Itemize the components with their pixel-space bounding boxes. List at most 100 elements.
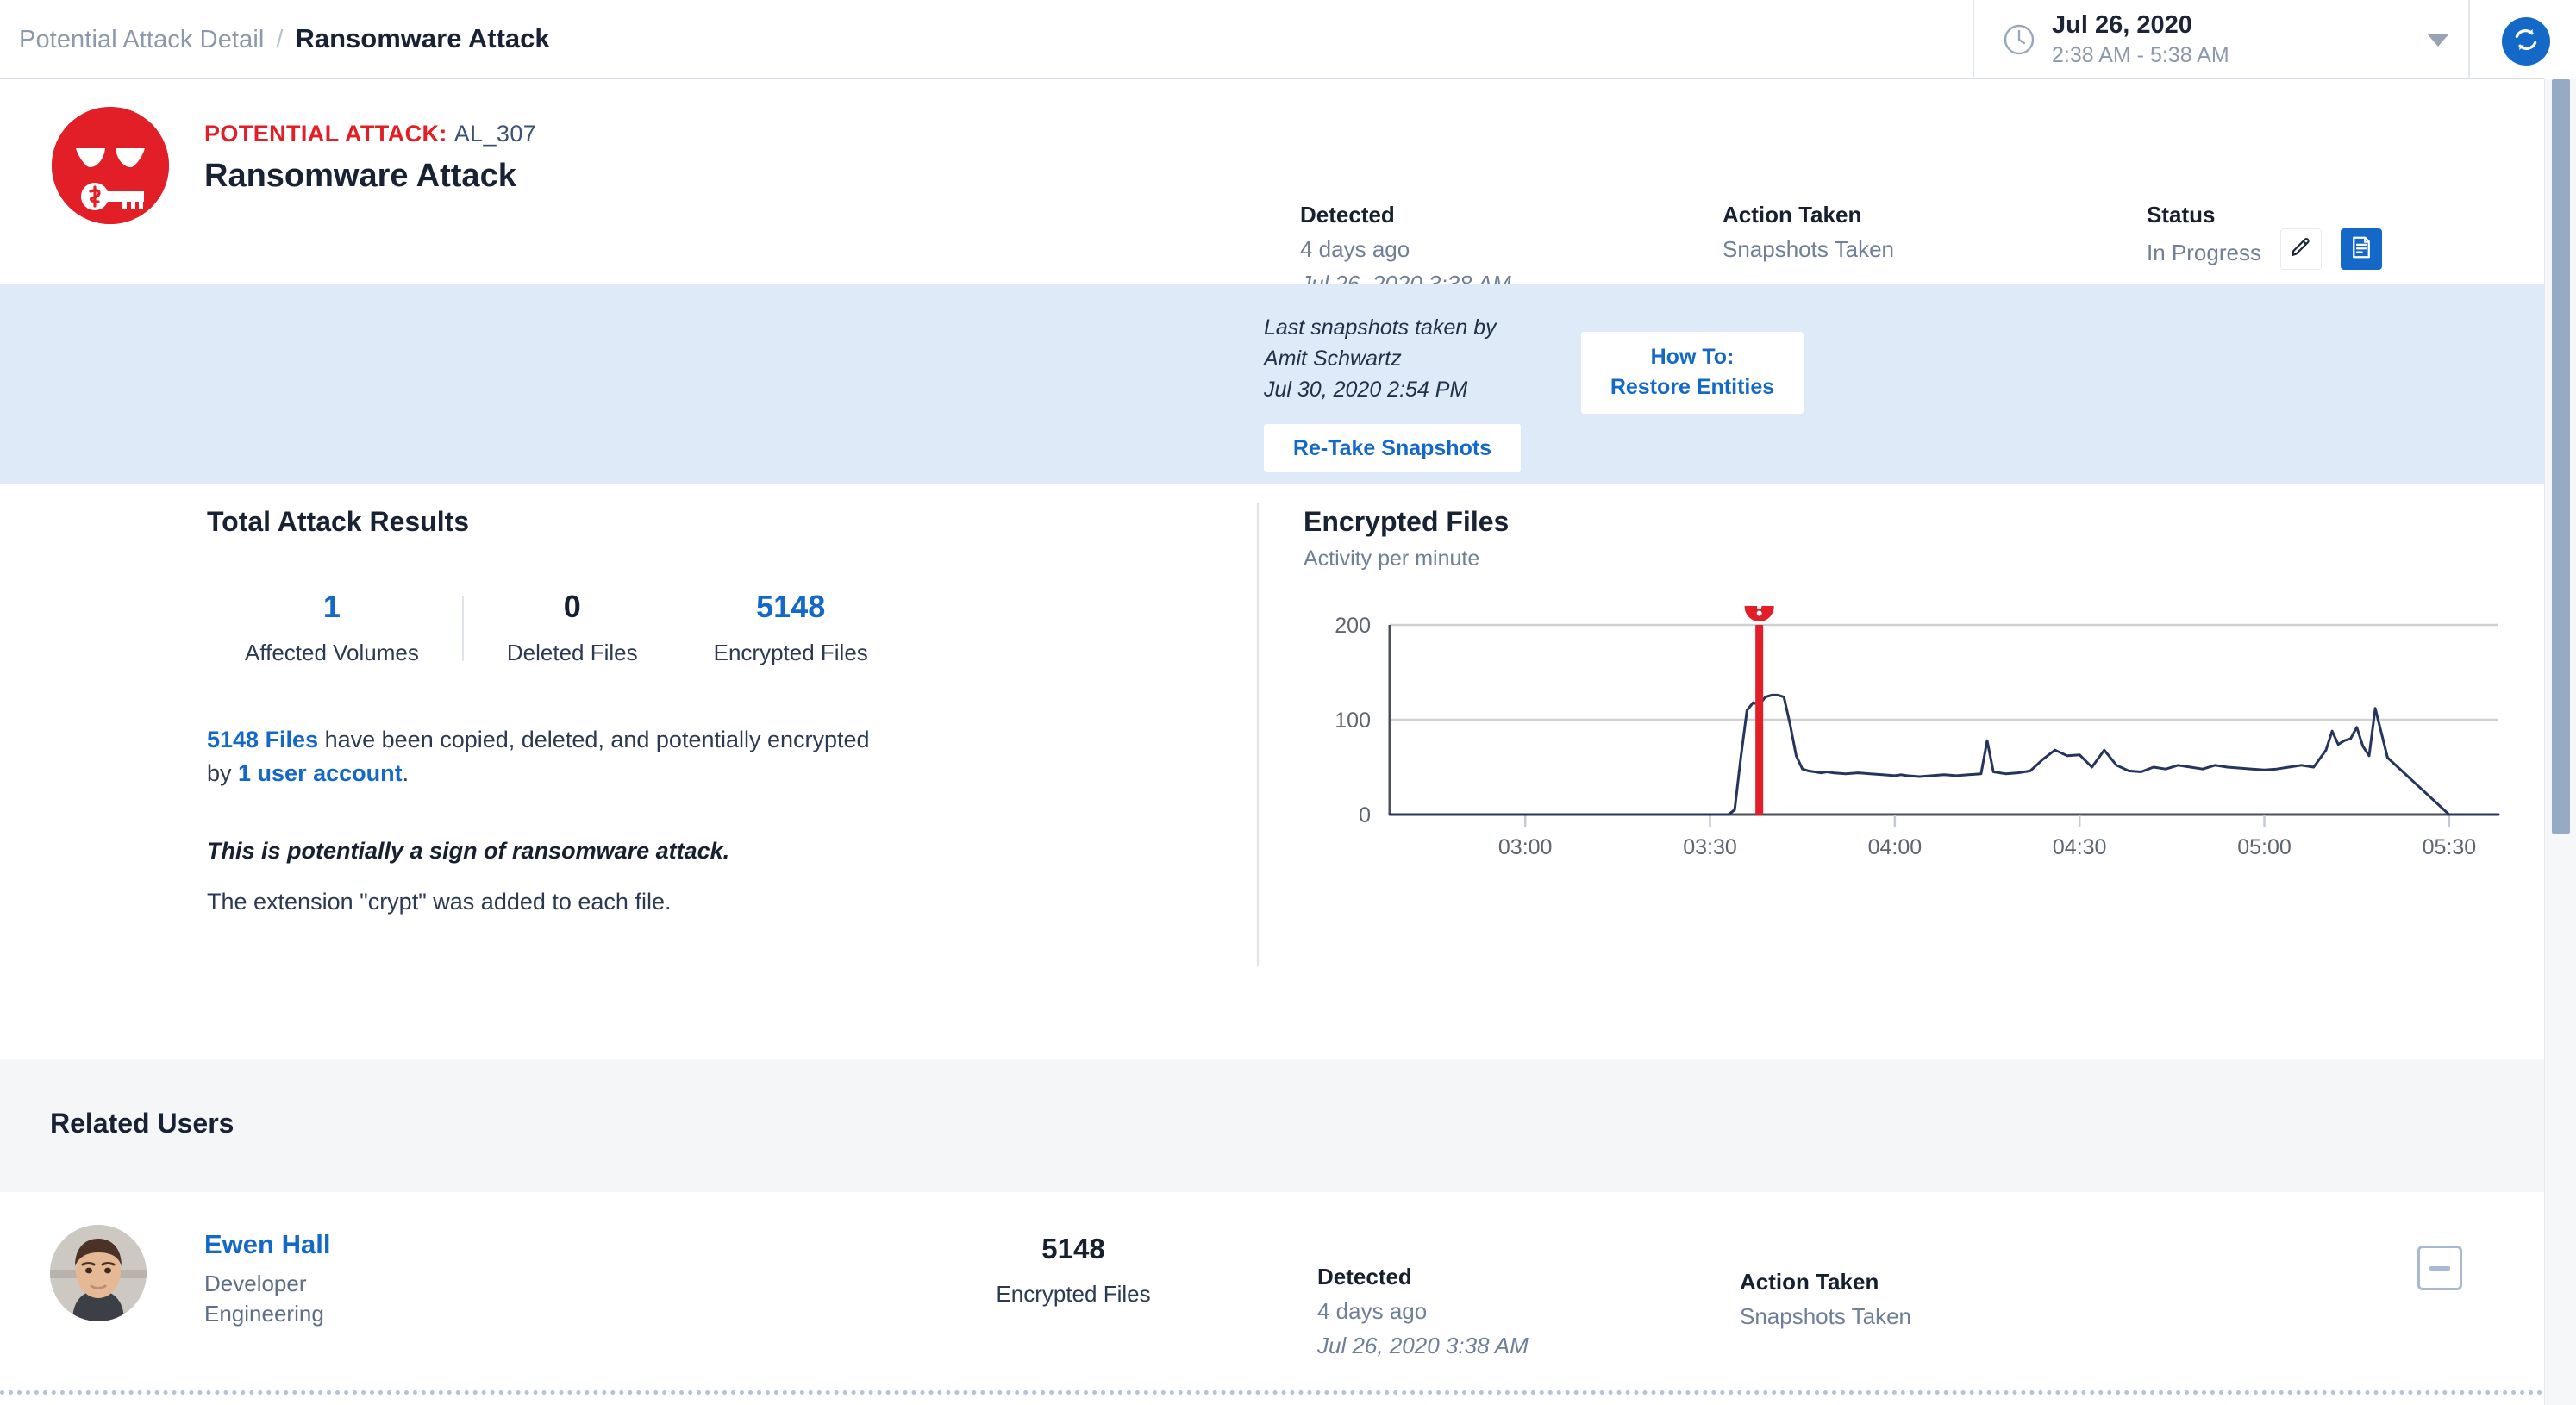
related-user-action-value: Snapshots Taken [1740, 1303, 1911, 1329]
stat-deleted-files-value: 0 [563, 589, 581, 624]
minus-box-icon [2429, 1265, 2450, 1271]
attack-extension-note: The extension "crypt" was added to each … [207, 888, 672, 915]
refresh-button[interactable] [2502, 17, 2550, 66]
breadcrumb-parent-link[interactable]: Potential Attack Detail [19, 26, 264, 54]
stat-affected-volumes: 1 Affected Volumes [207, 591, 457, 666]
attack-title-block: POTENTIAL ATTACK: AL_307 Ransomware Atta… [204, 121, 536, 195]
breadcrumb-separator: / [276, 26, 284, 53]
related-user-encrypted-files-value: 5148 [1041, 1233, 1105, 1264]
attack-description-end: . [402, 760, 410, 787]
related-users-section: Related Users Ewen Hall Developer Engine… [0, 1059, 2544, 1405]
related-user-detected-relative: 4 days ago [1317, 1298, 1428, 1324]
refresh-icon [2511, 25, 2541, 59]
stat-deleted-files-label: Deleted Files [506, 640, 638, 665]
total-attack-results-title: Total Attack Results [207, 506, 470, 537]
stat-affected-volumes-label: Affected Volumes [245, 640, 419, 665]
alert-exclamation-icon[interactable] [1744, 606, 1774, 621]
attack-stats: 1 Affected Volumes 0 Deleted Files 5148 … [207, 591, 1254, 666]
snapshot-taken-at: Jul 30, 2020 2:54 PM [1264, 377, 1468, 402]
ransomware-mask-icon [52, 107, 169, 224]
pencil-icon [2288, 234, 2314, 265]
avatar [50, 1225, 147, 1321]
x-axis-tick-label: 05:30 [2423, 835, 2477, 859]
related-user-detected-absolute: Jul 26, 2020 3:38 AM [1317, 1333, 1529, 1358]
encrypted-files-link[interactable]: 5148 Files [207, 727, 318, 752]
attack-signal-statement: This is potentially a sign of ransomware… [207, 837, 730, 864]
user-account-link[interactable]: 1 user account [238, 760, 403, 786]
snapshot-info-block: Last snapshots taken by Amit Schwartz Ju… [1264, 313, 1548, 473]
stat-deleted-files: 0 Deleted Files [469, 591, 676, 666]
related-user-action-block: Action Taken Snapshots Taken [1740, 1269, 1911, 1330]
attack-id-label: POTENTIAL ATTACK: [204, 121, 447, 147]
stat-affected-volumes-value: 1 [322, 589, 341, 624]
related-user-detected-block: Detected 4 days ago Jul 26, 2020 3:38 AM [1317, 1264, 1529, 1359]
stat-encrypted-files-label: Encrypted Files [713, 640, 868, 665]
breadcrumb-current: Ransomware Attack [295, 23, 550, 53]
attack-detected-relative: 4 days ago [1300, 236, 1410, 262]
attack-action-title: Action Taken [1723, 202, 1862, 228]
status-badge: In Progress [2147, 240, 2261, 265]
scrollbar-thumb[interactable] [2552, 79, 2570, 834]
chart-area: 0 100 200 03:00 03:30 04:00 04:30 05:00 05:30 [1304, 606, 2507, 865]
x-axis-tick-label: 03:00 [1498, 835, 1553, 859]
x-axis-tick-label: 04:30 [2053, 835, 2107, 859]
page-title: Ransomware Attack [204, 158, 516, 194]
restore-entities-label: Restore Entities [1610, 375, 1775, 400]
time-range-date: Jul 26, 2020 [2052, 10, 2192, 39]
related-user-encrypted-files-label: Encrypted Files [996, 1281, 1151, 1307]
breadcrumb: Potential Attack Detail / Ransomware Att… [0, 23, 550, 54]
related-users-title: Related Users [50, 1108, 234, 1139]
y-axis-tick-label: 100 [1335, 709, 1371, 733]
related-user-name-link[interactable]: Ewen Hall [204, 1229, 330, 1260]
chart-series-line [1388, 693, 2500, 816]
panel-divider [1257, 503, 1259, 966]
snapshot-taken-by-label: Last snapshots taken by [1264, 315, 1497, 340]
vertical-scrollbar[interactable] [2544, 79, 2576, 1405]
chevron-down-icon[interactable] [2427, 33, 2449, 47]
snapshot-banner-content: Last snapshots taken by Amit Schwartz Ju… [1264, 313, 1804, 473]
attack-header: POTENTIAL ATTACK: AL_307 Ransomware Atta… [0, 79, 2544, 297]
note-document-icon [2348, 234, 2374, 265]
y-axis-tick-label: 0 [1359, 803, 1371, 827]
related-users-header: Related Users [0, 1059, 2544, 1192]
attack-id-row: POTENTIAL ATTACK: AL_307 [204, 121, 536, 147]
clock-icon [2002, 22, 2036, 57]
time-range-hours: 2:38 AM - 5:38 AM [2052, 42, 2229, 67]
attack-status-block: Status In Progress [2147, 202, 2382, 270]
attack-action-value: Snapshots Taken [1723, 236, 1894, 262]
stat-encrypted-files-value: 5148 [756, 589, 826, 624]
attack-id-value: AL_307 [453, 121, 537, 147]
retake-snapshots-button[interactable]: Re-Take Snapshots [1264, 424, 1521, 473]
related-user-encrypted-files: 5148 Encrypted Files [991, 1233, 1155, 1308]
table-row[interactable]: Ewen Hall Developer Engineering 5148 Enc… [0, 1192, 2544, 1377]
chart-title: Encrypted Files [1304, 506, 1510, 537]
edit-status-button[interactable] [2279, 228, 2322, 270]
related-user-role: Developer [204, 1271, 307, 1296]
encrypted-files-chart-panel: Encrypted Files Activity per minute 0 100… [1304, 506, 2510, 865]
main-content: Total Attack Results 1 Affected Volumes … [0, 484, 2544, 1059]
status-notes-button[interactable] [2340, 228, 2382, 270]
related-user-detected-title: Detected [1317, 1264, 1412, 1289]
attack-detail-page: Potential Attack Detail / Ransomware Att… [0, 0, 2576, 1405]
stat-encrypted-files: 5148 Encrypted Files [676, 591, 906, 666]
attack-status-row: In Progress [2147, 228, 2382, 270]
snapshot-banner: Last snapshots taken by Amit Schwartz Ju… [0, 284, 2544, 484]
attack-detected-title: Detected [1300, 202, 1395, 228]
total-attack-results-panel: Total Attack Results 1 Affected Volumes … [207, 506, 1254, 915]
x-axis-tick-label: 04:00 [1868, 835, 1923, 859]
collapse-row-button[interactable] [2417, 1246, 2462, 1290]
y-axis-tick-label: 200 [1335, 614, 1371, 638]
stat-divider [461, 596, 464, 661]
how-to-label: How To: [1650, 345, 1735, 369]
attack-description: 5148 Files have been copied, deleted, an… [207, 723, 888, 791]
attack-action-block: Action Taken Snapshots Taken [1723, 202, 1894, 263]
x-axis-tick-label: 03:30 [1683, 835, 1737, 859]
related-user-action-title: Action Taken [1740, 1269, 1879, 1295]
time-range-text: Jul 26, 2020 2:38 AM - 5:38 AM [2052, 10, 2411, 69]
time-range-picker[interactable]: Jul 26, 2020 2:38 AM - 5:38 AM [1973, 0, 2470, 79]
activity-line-chart[interactable]: 0 100 200 03:00 03:30 04:00 04:30 05:00 05:30 [1304, 606, 2507, 865]
how-to-restore-entities-button[interactable]: How To: Restore Entities [1581, 332, 1804, 414]
attack-status-title: Status [2147, 202, 2216, 228]
attack-detected-block: Detected 4 days ago Jul 26, 2020 3:38 AM [1300, 202, 1511, 297]
related-user-department: Engineering [204, 1301, 324, 1327]
